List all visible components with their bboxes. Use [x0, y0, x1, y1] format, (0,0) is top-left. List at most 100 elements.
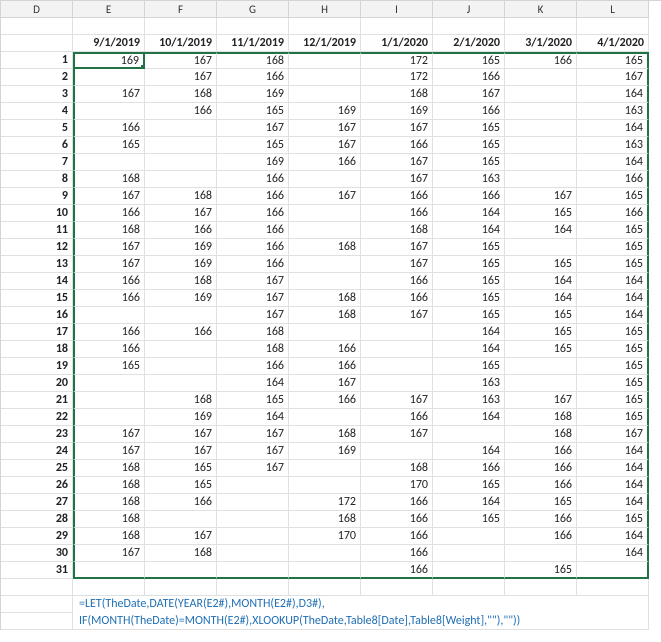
data-cell[interactable]	[505, 154, 577, 171]
data-cell[interactable]: 169	[145, 290, 217, 307]
data-cell[interactable]: 170	[361, 477, 433, 494]
data-cell[interactable]	[289, 545, 361, 562]
data-cell[interactable]: 165	[433, 290, 505, 307]
data-cell[interactable]: 165	[433, 511, 505, 528]
data-cell[interactable]: 165	[217, 392, 289, 409]
data-cell[interactable]: 164	[433, 205, 505, 222]
data-cell[interactable]	[73, 562, 145, 579]
data-cell[interactable]: 165	[505, 256, 577, 273]
data-cell[interactable]: 172	[361, 52, 433, 69]
data-cell[interactable]: 165	[433, 477, 505, 494]
data-cell[interactable]: 163	[577, 103, 649, 120]
data-cell[interactable]	[505, 171, 577, 188]
data-cell[interactable]: 166	[217, 222, 289, 239]
data-cell[interactable]	[289, 256, 361, 273]
data-cell[interactable]: 166	[361, 511, 433, 528]
data-cell[interactable]: 169	[145, 239, 217, 256]
data-cell[interactable]: 167	[73, 239, 145, 256]
data-cell[interactable]	[505, 103, 577, 120]
date-header[interactable]: 2/1/2020	[433, 35, 505, 52]
data-cell[interactable]	[145, 562, 217, 579]
data-cell[interactable]: 166	[73, 290, 145, 307]
data-cell[interactable]: 164	[505, 273, 577, 290]
column-header-J[interactable]: J	[433, 1, 505, 18]
data-cell[interactable]: 165	[433, 358, 505, 375]
data-cell[interactable]: 164	[577, 120, 649, 137]
data-cell[interactable]: 165	[433, 256, 505, 273]
data-cell[interactable]	[505, 69, 577, 86]
data-cell[interactable]: 165	[433, 120, 505, 137]
data-cell[interactable]: 164	[433, 494, 505, 511]
data-cell[interactable]	[289, 52, 361, 69]
day-label[interactable]: 21	[1, 392, 73, 409]
data-cell[interactable]: 166	[73, 341, 145, 358]
day-label[interactable]: 2	[1, 69, 73, 86]
data-cell[interactable]	[145, 358, 217, 375]
data-cell[interactable]	[289, 222, 361, 239]
day-label[interactable]: 25	[1, 460, 73, 477]
data-cell[interactable]: 167	[577, 69, 649, 86]
data-cell[interactable]: 164	[505, 290, 577, 307]
data-cell[interactable]: 169	[217, 154, 289, 171]
day-label[interactable]: 5	[1, 120, 73, 137]
column-header-L[interactable]: L	[577, 1, 649, 18]
data-cell[interactable]: 164	[433, 443, 505, 460]
data-cell[interactable]	[361, 324, 433, 341]
data-cell[interactable]: 165	[577, 239, 649, 256]
day-label[interactable]: 17	[1, 324, 73, 341]
data-cell[interactable]: 167	[433, 86, 505, 103]
data-cell[interactable]: 168	[289, 426, 361, 443]
day-label[interactable]: 30	[1, 545, 73, 562]
data-cell[interactable]: 167	[217, 290, 289, 307]
date-header[interactable]: 1/1/2020	[361, 35, 433, 52]
data-cell[interactable]: 166	[361, 545, 433, 562]
column-header-G[interactable]: G	[217, 1, 289, 18]
data-cell[interactable]	[505, 545, 577, 562]
data-cell[interactable]: 167	[217, 460, 289, 477]
data-cell[interactable]: 164	[577, 545, 649, 562]
data-cell[interactable]: 168	[73, 222, 145, 239]
date-header[interactable]: 4/1/2020	[577, 35, 649, 52]
data-cell[interactable]: 167	[361, 171, 433, 188]
data-cell[interactable]: 167	[145, 528, 217, 545]
data-cell[interactable]	[505, 137, 577, 154]
data-cell[interactable]: 168	[145, 86, 217, 103]
data-cell[interactable]: 169	[73, 52, 145, 69]
data-cell[interactable]: 165	[73, 358, 145, 375]
data-cell[interactable]: 165	[217, 103, 289, 120]
data-cell[interactable]	[433, 528, 505, 545]
data-cell[interactable]	[289, 205, 361, 222]
data-cell[interactable]: 167	[289, 137, 361, 154]
day-label[interactable]: 14	[1, 273, 73, 290]
data-cell[interactable]: 167	[73, 188, 145, 205]
data-cell[interactable]: 164	[505, 222, 577, 239]
data-cell[interactable]	[289, 273, 361, 290]
data-cell[interactable]: 169	[145, 409, 217, 426]
data-cell[interactable]: 165	[505, 562, 577, 579]
data-cell[interactable]	[73, 375, 145, 392]
data-cell[interactable]	[505, 358, 577, 375]
data-cell[interactable]: 164	[433, 409, 505, 426]
data-cell[interactable]: 165	[433, 154, 505, 171]
data-cell[interactable]: 165	[577, 341, 649, 358]
data-cell[interactable]: 166	[577, 171, 649, 188]
data-cell[interactable]: 169	[145, 256, 217, 273]
data-cell[interactable]: 166	[289, 341, 361, 358]
data-cell[interactable]: 168	[361, 222, 433, 239]
data-cell[interactable]: 167	[361, 256, 433, 273]
data-cell[interactable]: 165	[505, 494, 577, 511]
data-cell[interactable]: 164	[577, 528, 649, 545]
data-cell[interactable]: 165	[433, 239, 505, 256]
data-cell[interactable]: 167	[73, 545, 145, 562]
data-cell[interactable]: 168	[73, 494, 145, 511]
data-cell[interactable]: 166	[505, 477, 577, 494]
cell-blank[interactable]	[217, 579, 289, 596]
data-cell[interactable]: 163	[577, 137, 649, 154]
data-cell[interactable]: 167	[73, 86, 145, 103]
data-cell[interactable]: 172	[361, 69, 433, 86]
data-cell[interactable]: 170	[289, 528, 361, 545]
data-cell[interactable]: 166	[361, 290, 433, 307]
data-cell[interactable]: 164	[217, 375, 289, 392]
data-cell[interactable]: 166	[505, 443, 577, 460]
data-cell[interactable]: 167	[73, 426, 145, 443]
